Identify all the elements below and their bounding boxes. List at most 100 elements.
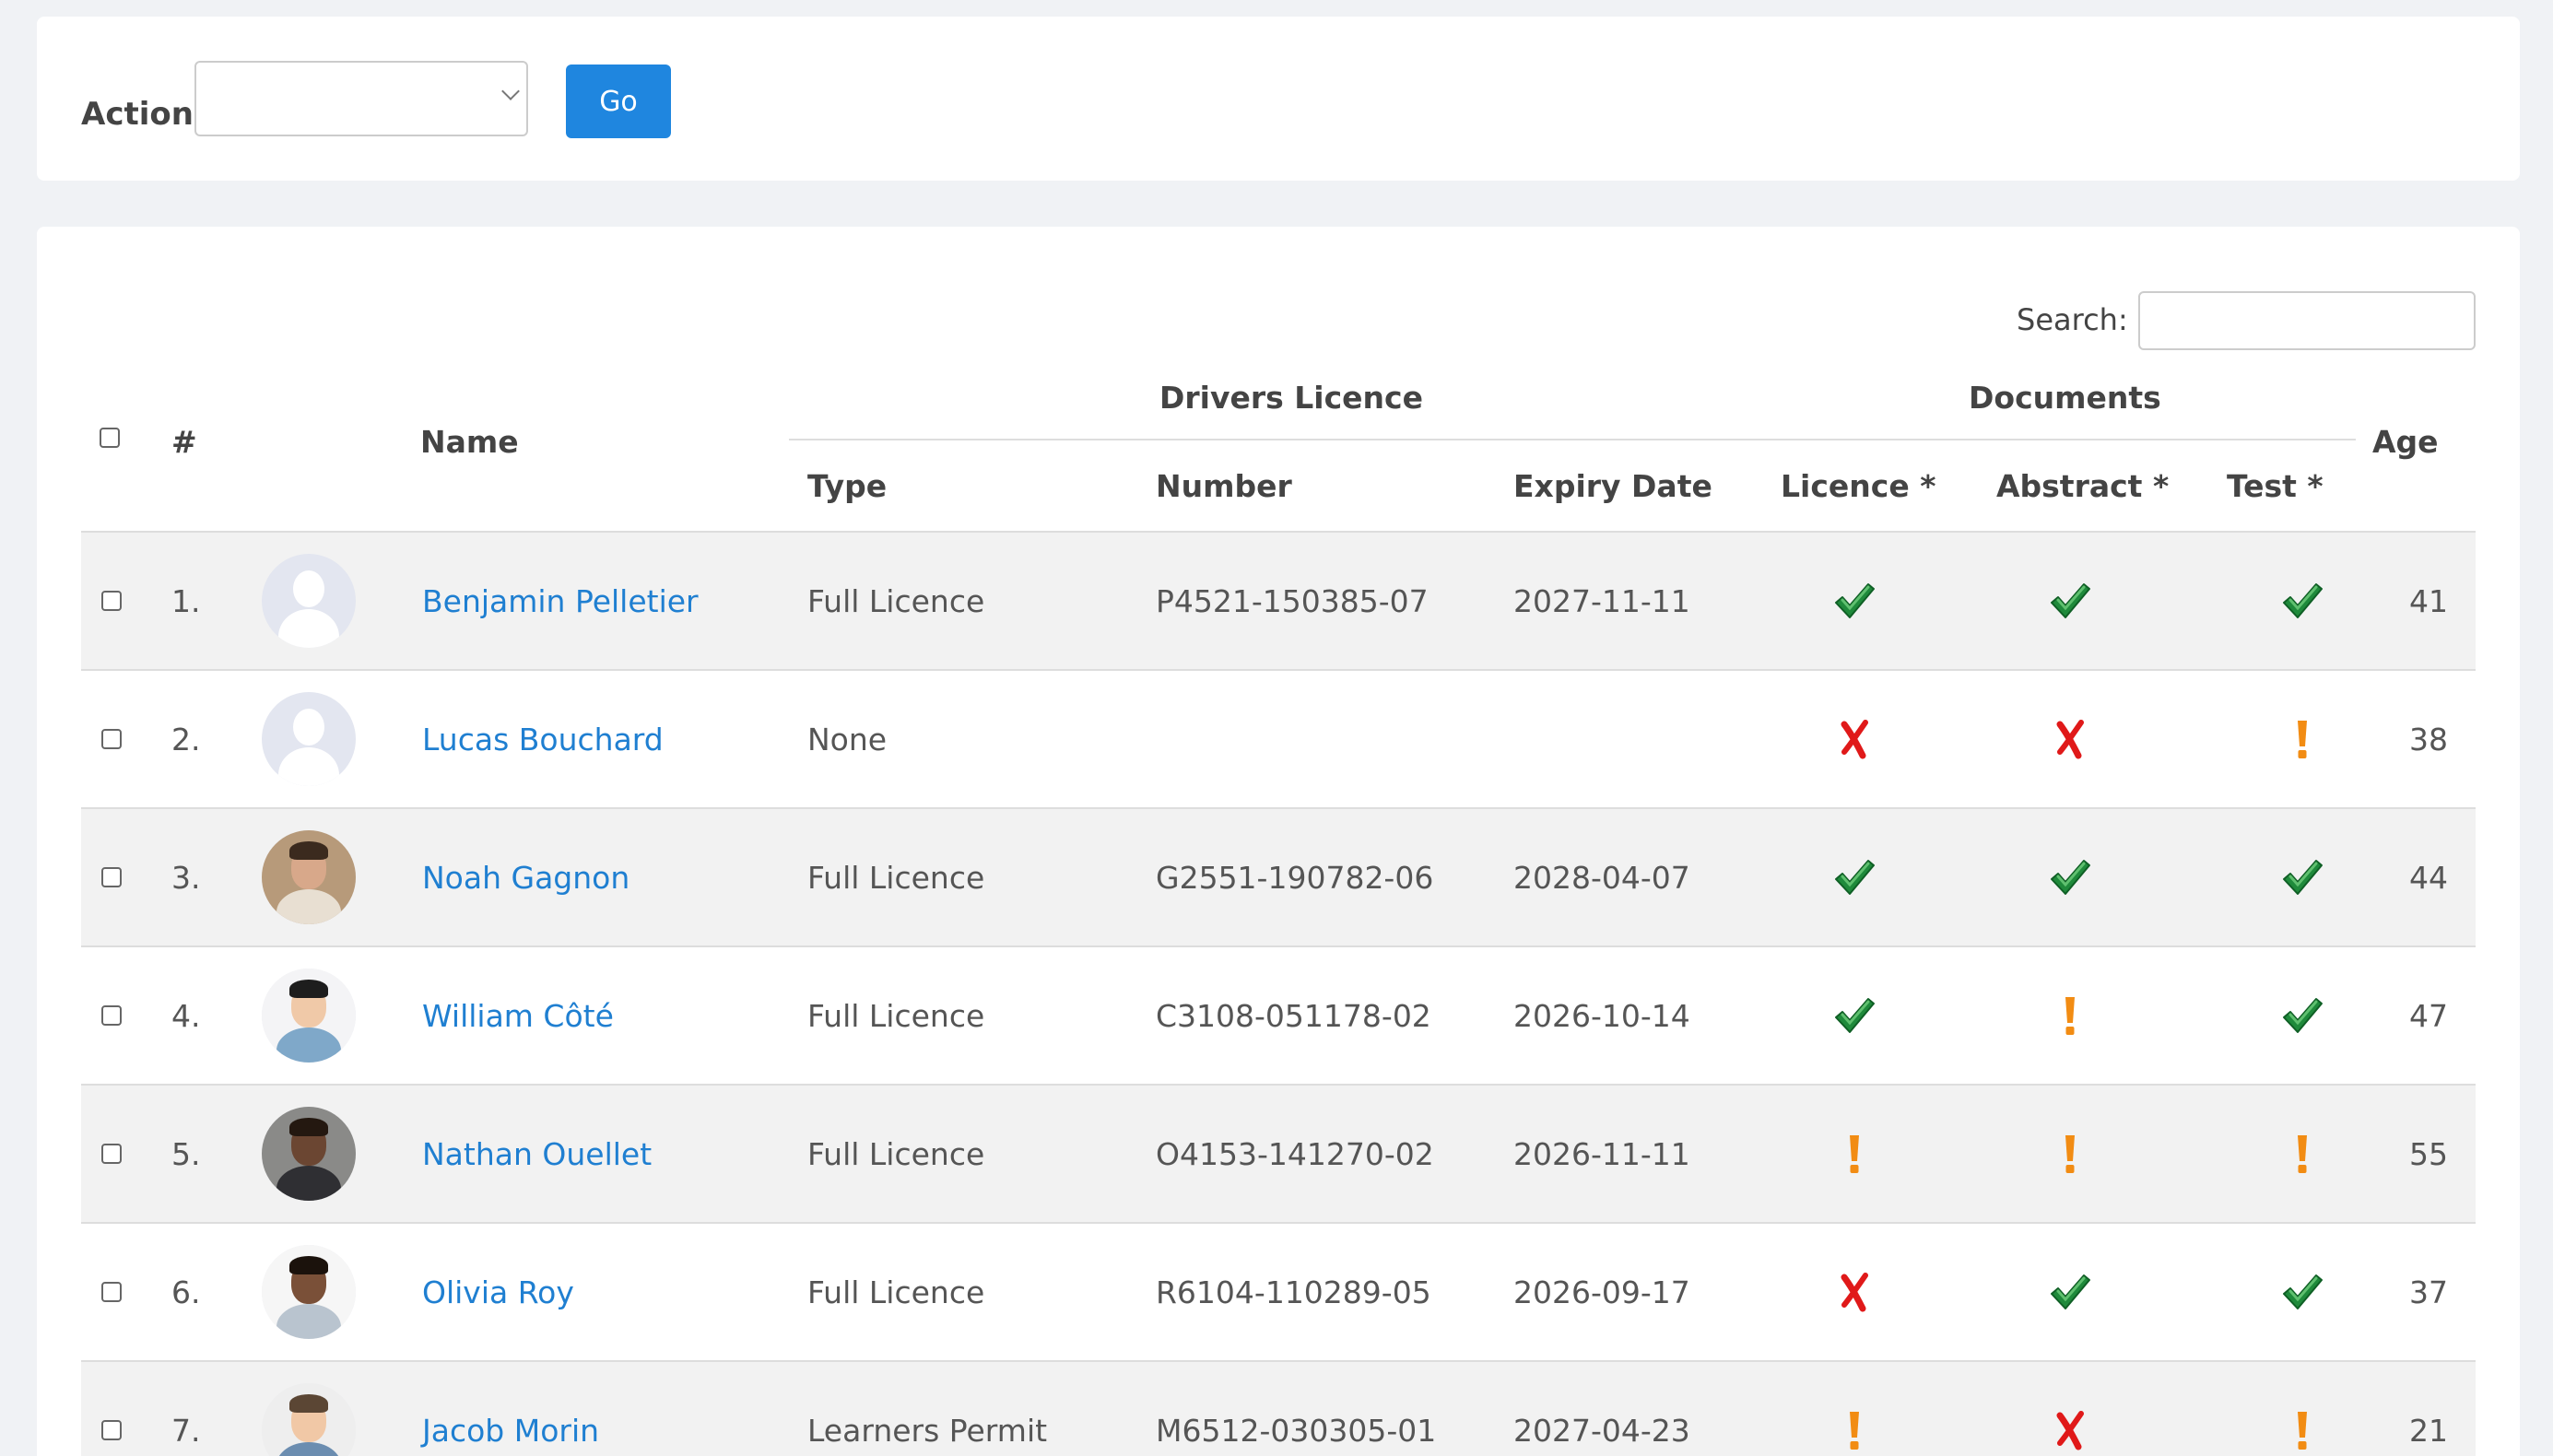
header-type[interactable]: Type (807, 468, 887, 504)
header-drivers-licence-group: Drivers Licence (1159, 380, 1423, 416)
driver-name-link[interactable]: Lucas Bouchard (422, 671, 664, 807)
driver-age: 37 (2409, 1274, 2448, 1310)
row-checkbox[interactable] (101, 1005, 122, 1026)
driver-age: 44 (2409, 859, 2448, 896)
cross-icon (2033, 671, 2107, 807)
check-icon (2265, 533, 2339, 669)
driver-name-link[interactable]: Jacob Morin (422, 1362, 599, 1456)
driver-age: 41 (2409, 582, 2448, 619)
licence-number: R6104-110289-05 (1156, 1274, 1431, 1310)
action-select[interactable] (194, 61, 528, 136)
driver-name-link[interactable]: Noah Gagnon (422, 809, 629, 945)
driver-age: 38 (2409, 721, 2448, 757)
avatar (262, 830, 356, 924)
table-row: 2. Lucas Bouchard None 38 (81, 671, 2476, 809)
table-row: 7. Jacob Morin Learners Permit M6512-030305… (81, 1362, 2476, 1456)
driver-name-link[interactable]: Nathan Ouellet (422, 1086, 652, 1222)
go-button[interactable]: Go (566, 65, 671, 138)
header-documents-group: Documents (1969, 380, 2161, 416)
warning-icon (2265, 671, 2339, 807)
row-number: 3. (171, 859, 201, 896)
expiry-date: 2026-10-14 (1513, 997, 1690, 1034)
check-icon (1818, 533, 1891, 669)
drivers-table-panel: Search: # Name Drivers Licence Documents… (37, 227, 2520, 1456)
check-icon (1818, 809, 1891, 945)
licence-type: Full Licence (807, 859, 985, 896)
warning-icon (2033, 1086, 2107, 1222)
row-checkbox[interactable] (101, 1144, 122, 1164)
licence-type: Full Licence (807, 997, 985, 1034)
driver-age: 55 (2409, 1135, 2448, 1172)
header-age[interactable]: Age (2372, 424, 2439, 460)
row-number: 1. (171, 582, 201, 619)
expiry-date: 2026-11-11 (1513, 1135, 1690, 1172)
licence-type: None (807, 721, 888, 757)
licence-type: Full Licence (807, 1274, 985, 1310)
header-expiry-date[interactable]: Expiry Date (1513, 468, 1712, 504)
row-number: 7. (171, 1412, 201, 1449)
avatar (262, 1383, 356, 1456)
table-row: 4. William Côté Full Licence C3108-051178-0… (81, 947, 2476, 1086)
row-number: 5. (171, 1135, 201, 1172)
driver-age: 47 (2409, 997, 2448, 1034)
cross-icon (1818, 1224, 1891, 1360)
warning-icon (2033, 947, 2107, 1084)
row-number: 4. (171, 997, 201, 1034)
avatar (262, 969, 356, 1063)
avatar (262, 1107, 356, 1201)
avatar (262, 692, 356, 786)
expiry-date: 2027-04-23 (1513, 1412, 1690, 1449)
check-icon (2265, 1224, 2339, 1360)
table-row: 3. Noah Gagnon Full Licence G2551-190782-06… (81, 809, 2476, 947)
check-icon (2265, 947, 2339, 1084)
expiry-date: 2027-11-11 (1513, 582, 1690, 619)
warning-icon (2265, 1086, 2339, 1222)
row-checkbox[interactable] (101, 1282, 122, 1302)
header-group-divider (789, 439, 2356, 440)
action-label-text: Action (81, 96, 194, 133)
licence-type: Learners Permit (807, 1412, 1048, 1449)
check-icon (2033, 533, 2107, 669)
select-all-checkbox[interactable] (100, 428, 120, 448)
search-label: Search: (2017, 302, 2128, 337)
cross-icon (2033, 1362, 2107, 1456)
warning-icon (1818, 1362, 1891, 1456)
row-number: 2. (171, 721, 201, 757)
licence-type: Full Licence (807, 582, 985, 619)
licence-number: G2551-190782-06 (1156, 859, 1434, 896)
search-input[interactable] (2138, 291, 2476, 350)
table-row: 1. Benjamin Pelletier Full Licence P4521-15… (81, 533, 2476, 671)
expiry-date: 2028-04-07 (1513, 859, 1690, 896)
row-checkbox[interactable] (101, 1420, 122, 1440)
warning-icon (1818, 1086, 1891, 1222)
header-doc-licence[interactable]: Licence * (1781, 468, 1935, 504)
header-number: # (171, 424, 197, 460)
row-checkbox[interactable] (101, 729, 122, 749)
header-doc-abstract[interactable]: Abstract * (1996, 468, 2169, 504)
avatar (262, 1245, 356, 1339)
table-row: 6. Olivia Roy Full Licence R6104-110289-05 2… (81, 1224, 2476, 1362)
action-panel: Action: Go (37, 17, 2520, 181)
header-doc-test[interactable]: Test * (2227, 468, 2324, 504)
check-icon (1818, 947, 1891, 1084)
licence-number: P4521-150385-07 (1156, 582, 1429, 619)
driver-age: 21 (2409, 1412, 2448, 1449)
licence-number: C3108-051178-02 (1156, 997, 1431, 1034)
header-name[interactable]: Name (420, 424, 519, 460)
licence-type: Full Licence (807, 1135, 985, 1172)
header-licence-number[interactable]: Number (1156, 468, 1292, 504)
check-icon (2033, 809, 2107, 945)
row-checkbox[interactable] (101, 591, 122, 611)
driver-name-link[interactable]: Olivia Roy (422, 1224, 574, 1360)
row-checkbox[interactable] (101, 867, 122, 887)
chevron-down-icon (501, 82, 520, 100)
action-label: Action: (81, 96, 204, 133)
table-row: 5. Nathan Ouellet Full Licence O4153-141270… (81, 1086, 2476, 1224)
driver-name-link[interactable]: William Côté (422, 947, 614, 1084)
row-number: 6. (171, 1274, 201, 1310)
licence-number: O4153-141270-02 (1156, 1135, 1434, 1172)
driver-name-link[interactable]: Benjamin Pelletier (422, 533, 699, 669)
avatar (262, 554, 356, 648)
check-icon (2033, 1224, 2107, 1360)
cross-icon (1818, 671, 1891, 807)
